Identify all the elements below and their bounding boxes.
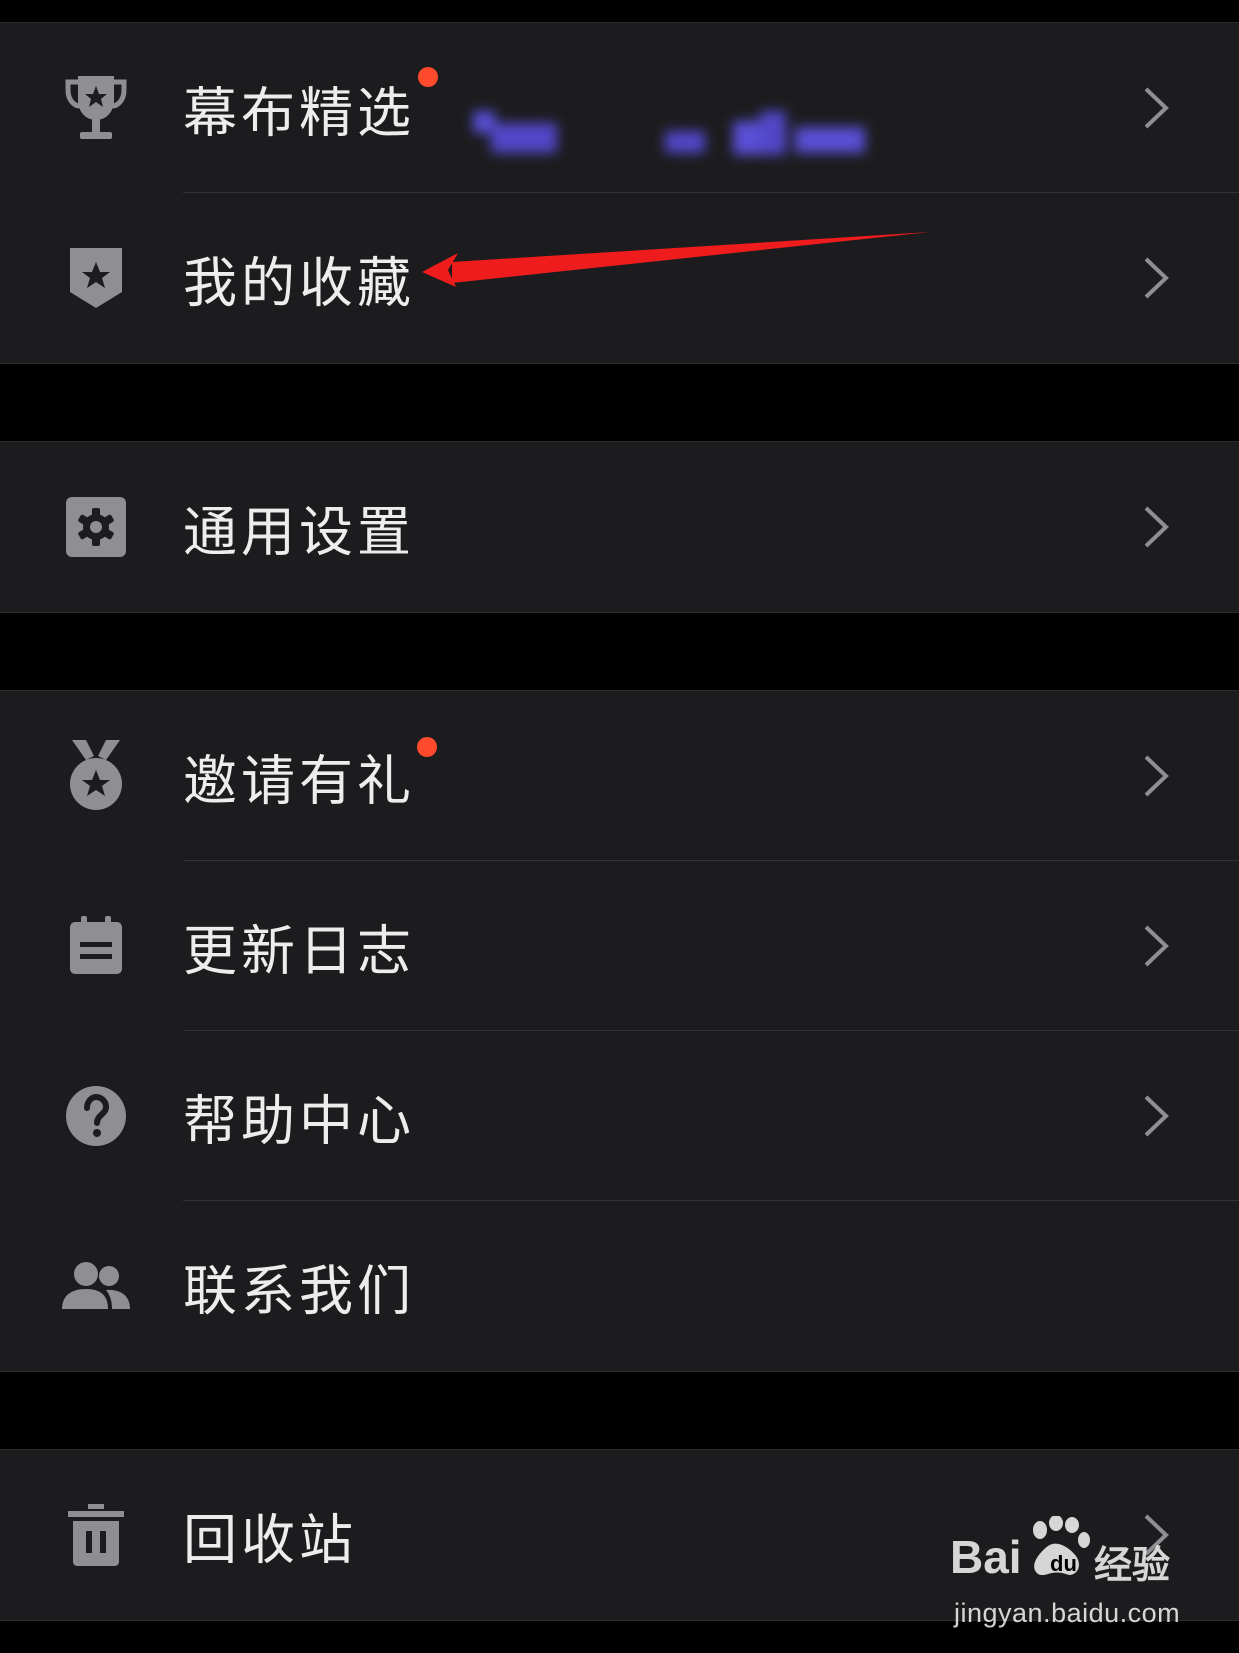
menu-group-2: 通用设置 — [0, 441, 1239, 613]
paw-logo-icon: du — [1033, 1516, 1090, 1576]
bookmark-star-icon — [60, 242, 132, 314]
chevron-right-icon — [1144, 755, 1169, 797]
menu-group-3: 邀请有礼 更新日志 帮助中心 联系我们 — [0, 690, 1239, 1372]
chevron-right-icon — [1144, 1095, 1169, 1137]
gear-icon — [60, 491, 132, 563]
watermark-url: jingyan.baidu.com — [954, 1598, 1181, 1628]
medal-icon — [60, 740, 132, 812]
notepad-icon — [60, 910, 132, 982]
menu-item-label: 邀请有礼 — [183, 749, 415, 813]
trophy-icon — [60, 72, 132, 144]
menu-item-label: 回收站 — [183, 1508, 357, 1572]
chevron-right-icon — [1144, 506, 1169, 548]
notification-badge — [417, 737, 437, 757]
chevron-right-icon — [1144, 87, 1169, 129]
menu-item-featured[interactable]: 幕布精选 — [0, 23, 1239, 193]
watermark-product: 经验 — [1094, 1543, 1171, 1587]
chevron-right-icon — [1144, 925, 1169, 967]
users-icon — [60, 1250, 132, 1322]
menu-item-general-settings[interactable]: 通用设置 — [0, 442, 1239, 612]
watermark-brand: Bai — [950, 1531, 1022, 1583]
menu-item-help-center[interactable]: 帮助中心 — [0, 1031, 1239, 1201]
settings-page: 幕布精选 我的收藏 通用设置 邀请有礼 更新日志 帮助中心 联系我们 回收站 B… — [0, 0, 1239, 1653]
trash-icon — [60, 1499, 132, 1571]
menu-group-1: 幕布精选 我的收藏 — [0, 22, 1239, 364]
notification-badge — [418, 67, 438, 87]
menu-item-label: 通用设置 — [183, 500, 415, 564]
svg-text:du: du — [1050, 1551, 1077, 1576]
menu-item-label: 我的收藏 — [183, 251, 415, 315]
question-circle-icon — [60, 1080, 132, 1152]
menu-item-label: 联系我们 — [183, 1259, 415, 1323]
menu-item-label: 帮助中心 — [183, 1089, 415, 1153]
menu-item-favorites[interactable]: 我的收藏 — [0, 193, 1239, 363]
menu-item-invite[interactable]: 邀请有礼 — [0, 691, 1239, 861]
menu-item-contact-us[interactable]: 联系我们 — [0, 1201, 1239, 1371]
baidu-watermark: Bai du 经验 jingyan.baidu.com — [946, 1512, 1184, 1640]
menu-item-label: 更新日志 — [183, 919, 415, 983]
menu-item-label: 幕布精选 — [183, 81, 415, 145]
chevron-right-icon — [1144, 257, 1169, 299]
menu-item-changelog[interactable]: 更新日志 — [0, 861, 1239, 1031]
redacted-text — [473, 111, 865, 155]
